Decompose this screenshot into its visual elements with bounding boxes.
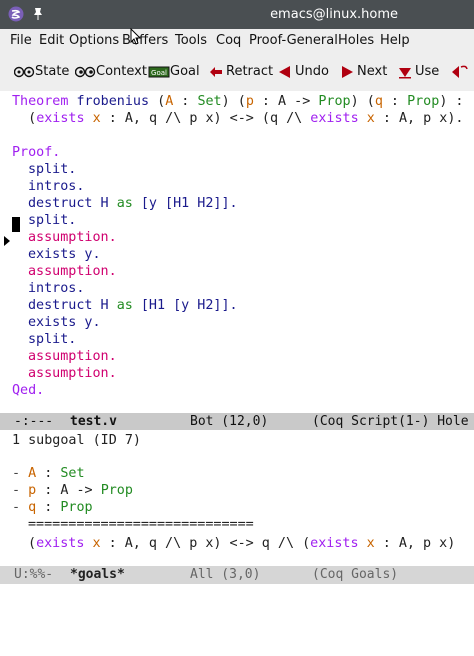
menu-coq[interactable]: Coq: [216, 33, 241, 48]
hypothesis: - q : Prop: [12, 500, 93, 515]
theorem-line-1: Theorem frobenius (A : Set) (p : A -> Pr…: [12, 94, 464, 109]
goal-separator: ============================: [28, 517, 254, 532]
mode-line-main[interactable]: -:--- test.v Bot (12,0) (Coq Script(1-) …: [0, 413, 474, 431]
context-icon: [75, 66, 96, 78]
subgoal-header: 1 subgoal (ID 7): [12, 433, 141, 448]
next-icon: [342, 66, 353, 78]
editor-area[interactable]: Theorem frobenius (A : Set) (p : A -> Pr…: [0, 91, 474, 411]
goals-buffer[interactable]: 1 subgoal (ID 7) - A : Set - p : A -> Pr…: [0, 430, 474, 566]
pin-icon[interactable]: [32, 7, 44, 21]
buffer-name[interactable]: *goals*: [70, 566, 125, 584]
hypothesis: - A : Set: [12, 466, 85, 481]
tactic-line: assumption.: [28, 349, 117, 364]
menu-tools[interactable]: Tools: [175, 33, 207, 48]
retract-icon: [210, 67, 222, 77]
tactic-line: assumption.: [28, 230, 117, 245]
goal-statement: (exists x : A, q /\ p x) <-> q /\ (exist…: [28, 536, 456, 551]
menu-options[interactable]: Options: [69, 33, 119, 48]
toolbar: State Context Goal Goal Retract Undo Nex…: [0, 53, 474, 92]
theorem-line-2: (exists x : A, q /\ p x) <-> (q /\ exist…: [12, 111, 464, 126]
mouse-pointer-icon: [130, 28, 142, 45]
tactic-line: split.: [28, 162, 77, 177]
tactic-line: assumption.: [28, 264, 117, 279]
use-icon: [399, 68, 411, 79]
text-cursor: [12, 217, 20, 232]
buffer-name[interactable]: test.v: [70, 413, 117, 431]
menu-help[interactable]: Help: [380, 33, 410, 48]
qed-keyword: Qed.: [12, 383, 45, 398]
cursor-position: All (3,0): [190, 567, 261, 582]
tactic-line: destruct H as [y [H1 H2]].: [28, 196, 238, 211]
tactic-line: destruct H as [H1 [y H2]].: [28, 298, 238, 313]
buffer-status: U:%%-: [14, 567, 54, 582]
state-icon: [14, 66, 35, 78]
goal-icon: Goal: [148, 66, 170, 78]
major-mode[interactable]: (Coq Goals): [312, 566, 398, 584]
proof-keyword: Proof.: [12, 145, 61, 160]
tactic-line: split.: [28, 332, 77, 347]
tactic-line: split.: [28, 213, 77, 228]
fringe-arrow-icon: [4, 236, 10, 246]
menu-bar: File Edit Options Buffers Tools Coq Proo…: [0, 29, 474, 53]
menu-buffers[interactable]: Buffers: [122, 33, 168, 48]
window-title: emacs@linux.home: [270, 7, 398, 22]
mode-line-goals[interactable]: U:%%- *goals* All (3,0) (Coq Goals): [0, 566, 474, 584]
tactic-line: exists y.: [28, 247, 101, 262]
emacs-icon[interactable]: [8, 6, 24, 22]
cursor-position: Bot (12,0): [190, 414, 269, 429]
goto-icon: [452, 65, 468, 78]
buffer-status: -:---: [14, 414, 54, 429]
tactic-line: intros.: [28, 281, 85, 296]
major-mode[interactable]: (Coq Script(1-) Hole: [312, 413, 469, 431]
menu-edit[interactable]: Edit: [39, 33, 64, 48]
tactic-line: exists y.: [28, 315, 101, 330]
svg-text:Goal: Goal: [151, 69, 167, 77]
tactic-line: assumption.: [28, 366, 117, 381]
menu-proof-general[interactable]: Proof-General: [249, 33, 338, 48]
tactic-line: intros.: [28, 179, 85, 194]
menu-file[interactable]: File: [10, 33, 32, 48]
hypothesis: - p : A -> Prop: [12, 483, 133, 498]
menu-holes[interactable]: Holes: [338, 33, 374, 48]
title-bar: emacs@linux.home: [0, 0, 474, 29]
undo-icon: [279, 66, 290, 78]
